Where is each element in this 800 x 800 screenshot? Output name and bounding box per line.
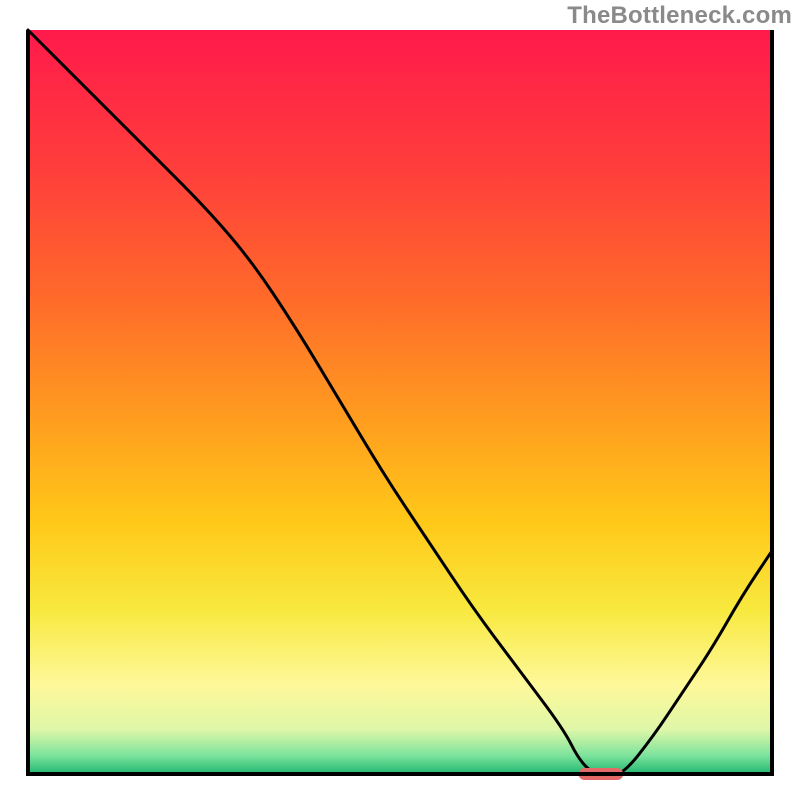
bottleneck-chart — [0, 0, 800, 800]
watermark-text: TheBottleneck.com — [567, 2, 792, 30]
chart-container: TheBottleneck.com — [0, 0, 800, 800]
